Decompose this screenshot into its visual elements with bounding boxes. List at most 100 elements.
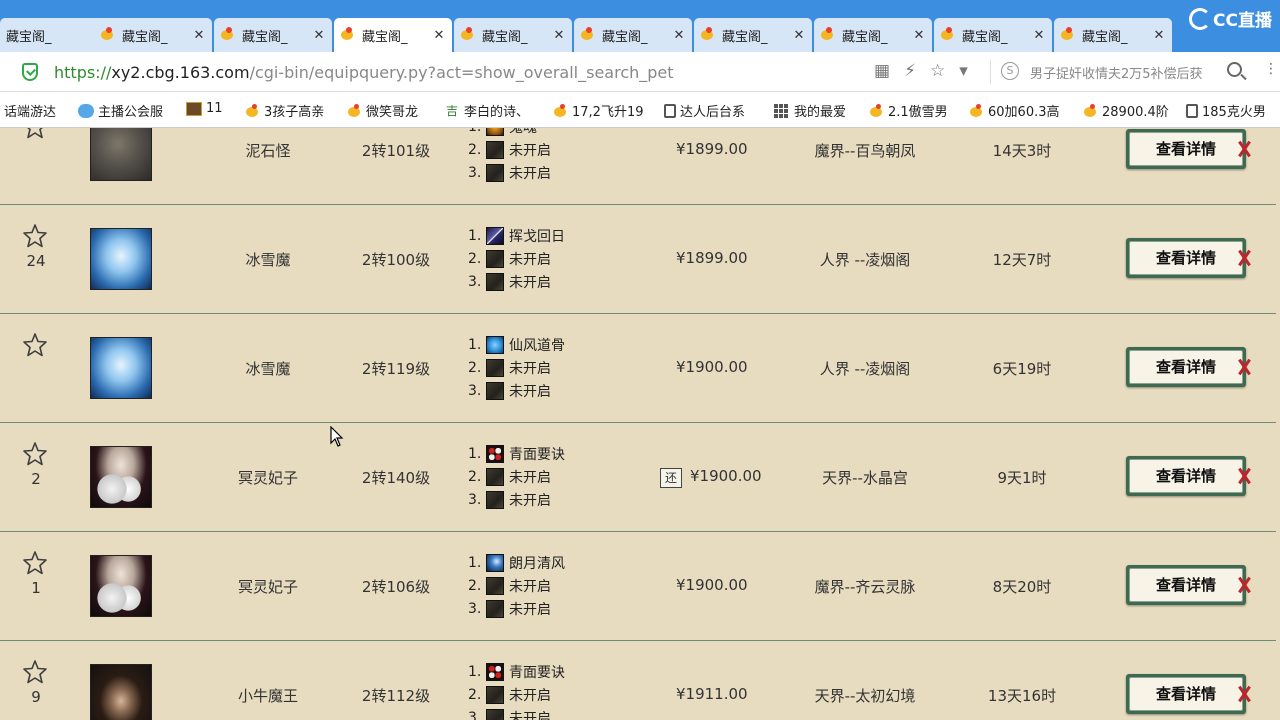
favorite-star-icon[interactable] — [22, 550, 48, 576]
close-tab-icon[interactable]: ✕ — [432, 28, 446, 43]
close-tab-icon[interactable]: ✕ — [1032, 28, 1046, 43]
pet-avatar[interactable] — [90, 664, 152, 720]
time-left: 12天7时 — [992, 251, 1052, 269]
pet-avatar[interactable] — [90, 228, 152, 290]
news-search-icon[interactable]: S — [1001, 62, 1019, 80]
skill-icon[interactable] — [486, 663, 504, 681]
favorite-star-icon[interactable] — [22, 441, 48, 467]
view-details-button[interactable]: 查看详情 — [1126, 456, 1246, 496]
cc-logo-text: CC直播 — [1213, 11, 1272, 31]
bookmark-item[interactable]: 微笑哥龙 — [346, 101, 418, 120]
skill-entry: 2. 未开启 — [468, 685, 551, 705]
locked-skill-icon[interactable] — [486, 273, 504, 291]
close-tab-icon[interactable]: ✕ — [1152, 28, 1166, 43]
skill-entry: 3. 未开启 — [468, 599, 551, 619]
time-left: 8天20时 — [992, 578, 1052, 596]
secure-shield-icon[interactable] — [22, 63, 38, 81]
view-details-label: 查看详情 — [1129, 241, 1243, 275]
url-field[interactable]: https://xy2.cbg.163.com/cgi-bin/equipque… — [54, 63, 674, 82]
pet-avatar[interactable] — [90, 128, 152, 181]
skill-icon[interactable] — [486, 554, 504, 572]
favorite-star-icon[interactable] — [22, 332, 48, 358]
server-name: 人界 --凌烟阁 — [819, 360, 911, 378]
favorite-star-icon[interactable] — [22, 659, 48, 685]
pet-row: 1 冥灵妃子 2转106级 1. 朗月清风 2. 未开启 3. 未开启 ¥1900.00 魔界--齐… — [0, 532, 1276, 641]
view-details-button[interactable]: 查看详情 — [1126, 565, 1246, 605]
bookmark-item[interactable]: 28900.4阶 — [1082, 101, 1169, 120]
browser-tab[interactable]: 藏宝阁_ ✕ — [454, 18, 572, 52]
pet-level: 2转100级 — [361, 251, 431, 269]
bookmark-item[interactable]: 吉李白的诗、 — [444, 101, 530, 121]
close-tab-icon[interactable]: ✕ — [312, 28, 326, 43]
more-menu-icon[interactable]: ⋮ — [1264, 61, 1278, 77]
locked-skill-icon[interactable] — [486, 164, 504, 182]
browser-tab[interactable]: 藏宝阁_ ✕ — [214, 18, 332, 52]
view-details-button[interactable]: 查看详情 — [1126, 674, 1246, 714]
skill-icon[interactable] — [486, 336, 504, 354]
close-tab-icon[interactable]: ✕ — [192, 28, 206, 43]
close-tab-icon[interactable]: ✕ — [912, 28, 926, 43]
bookmark-item[interactable]: 话端游达 — [4, 101, 56, 120]
bookmark-item[interactable]: 达人后台系 — [664, 101, 745, 120]
favorite-star-icon[interactable] — [22, 128, 48, 140]
browser-tab[interactable]: 藏宝阁_ ✕ — [574, 18, 692, 52]
locked-skill-icon[interactable] — [486, 359, 504, 377]
star-icon[interactable]: ☆ — [930, 61, 945, 81]
chick-bookmark-icon — [244, 103, 260, 118]
lightning-icon[interactable]: ⚡ — [904, 61, 916, 81]
pet-avatar[interactable] — [90, 555, 152, 617]
skill-icon[interactable] — [486, 128, 504, 136]
locked-skill-icon[interactable] — [486, 141, 504, 159]
browser-tab[interactable]: 藏宝阁_ ✕ — [814, 18, 932, 52]
view-details-button[interactable]: 查看详情 — [1126, 347, 1246, 387]
chick-favicon-icon — [220, 27, 236, 43]
locked-skill-icon[interactable] — [486, 382, 504, 400]
news-headline-link[interactable]: 男子捉奸收情夫2万5补偿后获 — [1030, 63, 1215, 82]
dropdown-icon[interactable]: ▾ — [959, 61, 968, 81]
bookmark-item[interactable]: 60加60.3高 — [968, 101, 1060, 120]
skill-number: 3. — [468, 383, 482, 399]
pet-avatar[interactable] — [90, 446, 152, 508]
bookmark-item[interactable]: 11 — [186, 101, 223, 116]
bookmark-item[interactable]: 3孩子高亲 — [244, 101, 324, 120]
chick-favicon-icon — [940, 27, 956, 43]
skill-number: 1. — [468, 337, 482, 353]
skill-number: 1. — [468, 446, 482, 462]
chick-favicon-icon — [340, 27, 356, 43]
locked-skill-icon[interactable] — [486, 600, 504, 618]
bookmark-item[interactable]: 我的最爱 — [774, 101, 846, 120]
bookmark-item[interactable]: 185克火男 — [1186, 101, 1266, 120]
locked-skill-icon[interactable] — [486, 491, 504, 509]
locked-skill-icon[interactable] — [486, 709, 504, 720]
bookmark-label: 李白的诗、 — [464, 105, 530, 120]
locked-skill-icon[interactable] — [486, 686, 504, 704]
pet-avatar[interactable] — [90, 337, 152, 399]
skill-icon[interactable] — [486, 227, 504, 245]
close-tab-icon[interactable]: ✕ — [552, 28, 566, 43]
view-details-button[interactable]: 查看详情 — [1126, 238, 1246, 278]
search-icon[interactable] — [1227, 62, 1242, 77]
close-tab-icon[interactable]: ✕ — [672, 28, 686, 43]
browser-tab[interactable]: 藏宝阁_ ✕ — [934, 18, 1052, 52]
skill-icon[interactable] — [486, 445, 504, 463]
pet-listing-table: 泥石怪 2转101级 1. 鬼魂 2. 未开启 3. 未开启 ¥1899.00 魔界--百鸟朝凤 1… — [0, 128, 1276, 720]
bookmark-item[interactable]: 17,2飞升19 — [552, 101, 644, 120]
browser-tab[interactable]: 藏宝阁_ ✕ — [94, 18, 212, 52]
locked-skill-icon[interactable] — [486, 577, 504, 595]
skill-entry: 1. 鬼魂 — [468, 128, 537, 137]
tab-title: 藏宝阁_ — [962, 29, 1008, 45]
browser-tab[interactable]: 藏宝阁_ ✕ — [694, 18, 812, 52]
locked-skill-icon[interactable] — [486, 250, 504, 268]
favorite-star-icon[interactable] — [22, 223, 48, 249]
tab-title: 藏宝阁_ — [842, 29, 888, 45]
locked-skill-icon[interactable] — [486, 468, 504, 486]
tab-title: 藏宝阁_ — [122, 29, 168, 45]
browser-tab[interactable]: 藏宝阁_ ✕ — [334, 18, 452, 52]
bookmark-item[interactable]: 2.1傲雪男 — [868, 101, 948, 120]
qr-code-icon[interactable]: ▦ — [874, 61, 890, 81]
view-details-button[interactable]: 查看详情 — [1126, 129, 1246, 169]
bookmark-label: 我的最爱 — [794, 105, 847, 120]
bookmark-item[interactable]: 主播公会服 — [78, 101, 163, 120]
close-tab-icon[interactable]: ✕ — [792, 28, 806, 43]
browser-tab[interactable]: 藏宝阁_ ✕ — [1054, 18, 1172, 52]
